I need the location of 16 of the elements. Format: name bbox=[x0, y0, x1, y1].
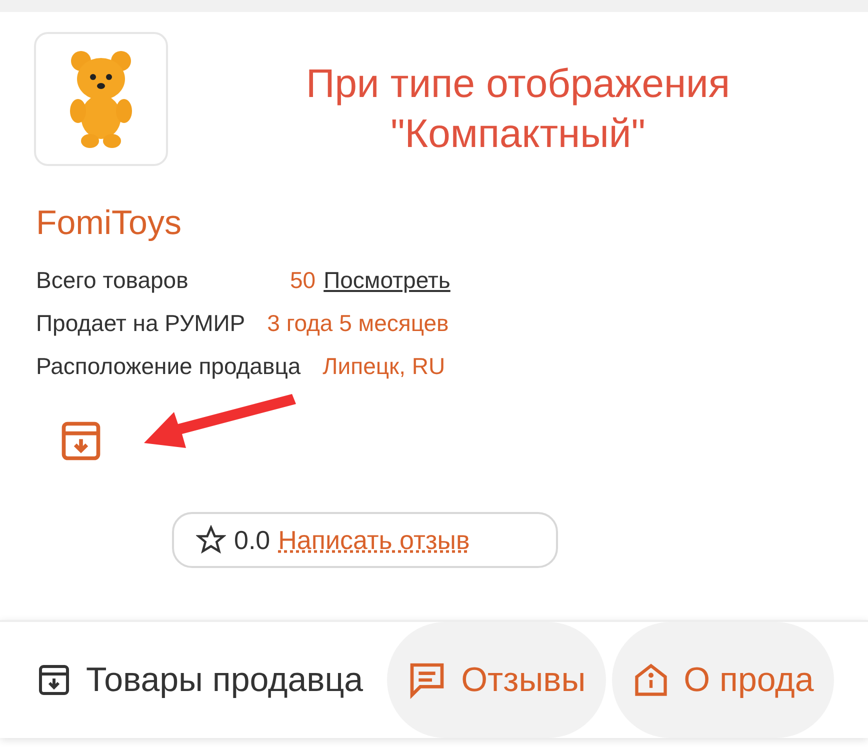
info-value: 50 bbox=[290, 267, 316, 293]
seller-name: FomiToys bbox=[35, 203, 182, 243]
info-label: Всего товаров bbox=[36, 266, 190, 295]
star-icon bbox=[196, 525, 226, 555]
view-link[interactable]: Посмотреть bbox=[324, 267, 450, 293]
tab[interactable]: О прода bbox=[612, 622, 834, 738]
tab[interactable]: Отзывы bbox=[387, 622, 606, 738]
tab[interactable]: Товары продавца bbox=[36, 622, 382, 738]
info-value: 3 года 5 месяцев bbox=[267, 310, 449, 336]
info-value: Липецк, RU bbox=[322, 353, 446, 379]
archive-icon bbox=[36, 662, 72, 698]
annotation-text: При типе отображения "Компактный" bbox=[304, 61, 732, 158]
info-label: Расположение продавца bbox=[36, 352, 301, 381]
write-review-link[interactable]: Написать отзыв bbox=[278, 524, 470, 556]
rating-score: 0.0 bbox=[234, 524, 270, 556]
info-label: Продает на РУМИР bbox=[36, 309, 246, 338]
